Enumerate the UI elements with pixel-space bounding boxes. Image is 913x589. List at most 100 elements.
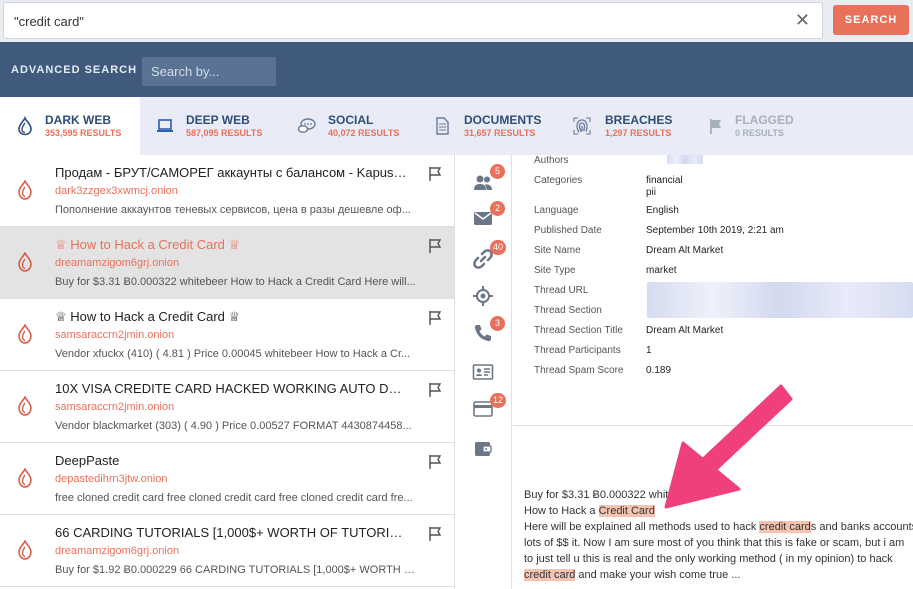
content-text: s and banks accounts, — [810, 521, 913, 533]
onion-icon — [18, 180, 32, 200]
onion-icon — [18, 252, 32, 272]
onion-icon — [18, 116, 32, 136]
fingerprint-icon — [573, 117, 591, 135]
tab-dark-web[interactable]: DARK WEB 353,595 RESULTS — [0, 97, 140, 155]
detail-key: Thread Section — [534, 305, 602, 316]
clear-search-icon[interactable]: ✕ — [795, 11, 810, 29]
onion-icon — [18, 468, 32, 488]
tab-name: BREACHES — [605, 113, 673, 127]
result-url[interactable]: depastedihrn3jtw.onion — [55, 473, 168, 485]
result-title[interactable]: 66 CARDING TUTORIALS [1,000$+ WORTH OF T… — [55, 525, 410, 540]
result-title[interactable]: 10X VISA CREDITE CARD HACKED WORKING AUT… — [55, 381, 410, 396]
detail-value: Dream Alt Market — [646, 325, 724, 336]
detail-key: Thread URL — [534, 285, 589, 296]
result-title[interactable]: DeepPaste — [55, 453, 410, 468]
content-line: Buy for $3.31 Ƀ0.000322 whitebeer — [524, 489, 697, 501]
flag-icon[interactable] — [428, 526, 442, 542]
search-by-input[interactable]: Search by... — [142, 57, 276, 86]
content-line: lots of $$ it. Now I am sure most of you… — [524, 537, 905, 549]
highlight-match: credit card — [759, 521, 811, 533]
redacted-author — [667, 155, 703, 164]
content-line: How to Hack a Credit Card — [524, 503, 913, 519]
crosshair-icon[interactable] — [472, 285, 494, 307]
tab-name: DARK WEB — [45, 113, 111, 127]
tab-count: 587,095 RESULTS — [186, 128, 263, 138]
result-title[interactable]: Продам - БРУТ/САМОРЕГ аккаунты с балансо… — [55, 165, 410, 180]
tab-count: 0 RESULTS — [735, 128, 784, 138]
onion-icon — [18, 540, 32, 560]
flag-icon[interactable] — [428, 454, 442, 470]
detail-key: Thread Spam Score — [534, 365, 624, 376]
tab-count: 1,297 RESULTS — [605, 128, 672, 138]
flag-icon[interactable] — [428, 310, 442, 326]
tab-documents[interactable]: DOCUMENTS 31,657 RESULTS — [418, 97, 558, 155]
tab-name: SOCIAL — [328, 113, 374, 127]
section-divider — [513, 425, 913, 426]
result-item[interactable]: 10X VISA CREDITE CARD HACKED WORKING AUT… — [0, 371, 454, 443]
result-title[interactable]: ♕ How to Hack a Credit Card ♕ — [55, 237, 410, 253]
laptop-icon — [157, 119, 173, 132]
document-icon — [436, 117, 449, 135]
result-snippet: Пополнение аккаунтов теневых сервисов, ц… — [55, 204, 411, 216]
flag-icon[interactable] — [428, 166, 442, 182]
search-query[interactable]: "credit card" — [14, 14, 84, 29]
detail-value: market — [646, 265, 677, 276]
search-button[interactable]: SEARCH — [833, 5, 909, 35]
mail-count-badge: 2 — [490, 201, 505, 216]
flag-icon — [710, 119, 721, 134]
result-url[interactable]: dreamamzigom6grj.onion — [55, 257, 179, 269]
detail-key: Language — [534, 205, 579, 216]
tab-count: 353,595 RESULTS — [45, 128, 122, 138]
result-url[interactable]: dreamamzigom6grj.onion — [55, 545, 179, 557]
tab-breaches[interactable]: BREACHES 1,297 RESULTS — [558, 97, 698, 155]
id-card-icon[interactable] — [472, 361, 494, 383]
tab-social[interactable]: SOCIAL 40,072 RESULTS — [282, 97, 418, 155]
result-url[interactable]: samsaraccrn2jmin.onion — [55, 401, 174, 413]
content-line: Here will be explained all methods used … — [524, 519, 913, 535]
source-tabs: DARK WEB 353,595 RESULTS DEEP WEB 587,09… — [0, 97, 913, 155]
content-line: credit card and make your wish come true… — [524, 567, 913, 583]
credit-card-count-badge: 12 — [490, 393, 507, 408]
redacted-thread-url — [647, 282, 913, 318]
tab-name: DEEP WEB — [186, 113, 250, 127]
result-title[interactable]: ♕ How to Hack a Credit Card ♕ — [55, 309, 410, 325]
detail-key: Authors — [534, 155, 569, 166]
flag-icon[interactable] — [428, 238, 442, 254]
detail-key: Site Type — [534, 265, 576, 276]
content-text: How to Hack a — [524, 505, 599, 517]
detail-value: financial — [646, 175, 683, 186]
advanced-search-label: ADVANCED SEARCH — [11, 64, 138, 76]
result-item[interactable]: 66 CARDING TUTORIALS [1,000$+ WORTH OF T… — [0, 515, 454, 587]
details-panel: Authors Categories financial pii Languag… — [513, 155, 913, 425]
detail-key: Categories — [534, 175, 583, 186]
result-url[interactable]: samsaraccrn2jmin.onion — [55, 329, 174, 341]
result-item[interactable]: ♕ How to Hack a Credit Card ♕ dreamamzig… — [0, 227, 454, 299]
flag-icon[interactable] — [428, 382, 442, 398]
content-text: and make your wish come true ... — [575, 569, 741, 581]
tab-name: FLAGGED — [735, 113, 794, 127]
tab-name: DOCUMENTS — [464, 113, 542, 127]
tab-flagged[interactable]: FLAGGED 0 RESULTS — [698, 97, 828, 155]
result-url[interactable]: dark3zzgex3xwmcj.onion — [55, 185, 178, 197]
detail-key: Site Name — [534, 245, 581, 256]
people-count-badge: 5 — [490, 164, 505, 179]
detail-key: Thread Participants — [534, 345, 621, 356]
detail-value: English — [646, 205, 679, 216]
search-input[interactable]: "credit card" ✕ — [3, 2, 823, 39]
content-text: Here will be explained all methods used … — [524, 521, 760, 533]
highlight-match: Credit Card — [598, 505, 655, 517]
tab-deep-web[interactable]: DEEP WEB 587,095 RESULTS — [140, 97, 282, 155]
wallet-icon[interactable] — [472, 438, 494, 460]
result-item[interactable]: Продам - БРУТ/САМОРЕГ аккаунты с балансо… — [0, 155, 454, 227]
link-count-badge: 40 — [490, 240, 507, 255]
result-item[interactable]: ♕ How to Hack a Credit Card ♕ samsaraccr… — [0, 299, 454, 371]
detail-value: 1 — [646, 345, 652, 356]
phone-count-badge: 3 — [490, 316, 505, 331]
result-item[interactable]: DeepPaste depastedihrn3jtw.onion free cl… — [0, 443, 454, 515]
entity-icon-column: 5 2 40 3 12 — [456, 155, 512, 589]
result-snippet: free cloned credit card free cloned cred… — [55, 492, 413, 504]
result-snippet: Buy for $3.31 Ƀ0.000322 whitebeer How to… — [55, 276, 416, 288]
results-list: Продам - БРУТ/САМОРЕГ аккаунты с балансо… — [0, 155, 455, 589]
detail-value: September 10th 2019, 2:21 am — [646, 225, 784, 236]
onion-icon — [18, 324, 32, 344]
